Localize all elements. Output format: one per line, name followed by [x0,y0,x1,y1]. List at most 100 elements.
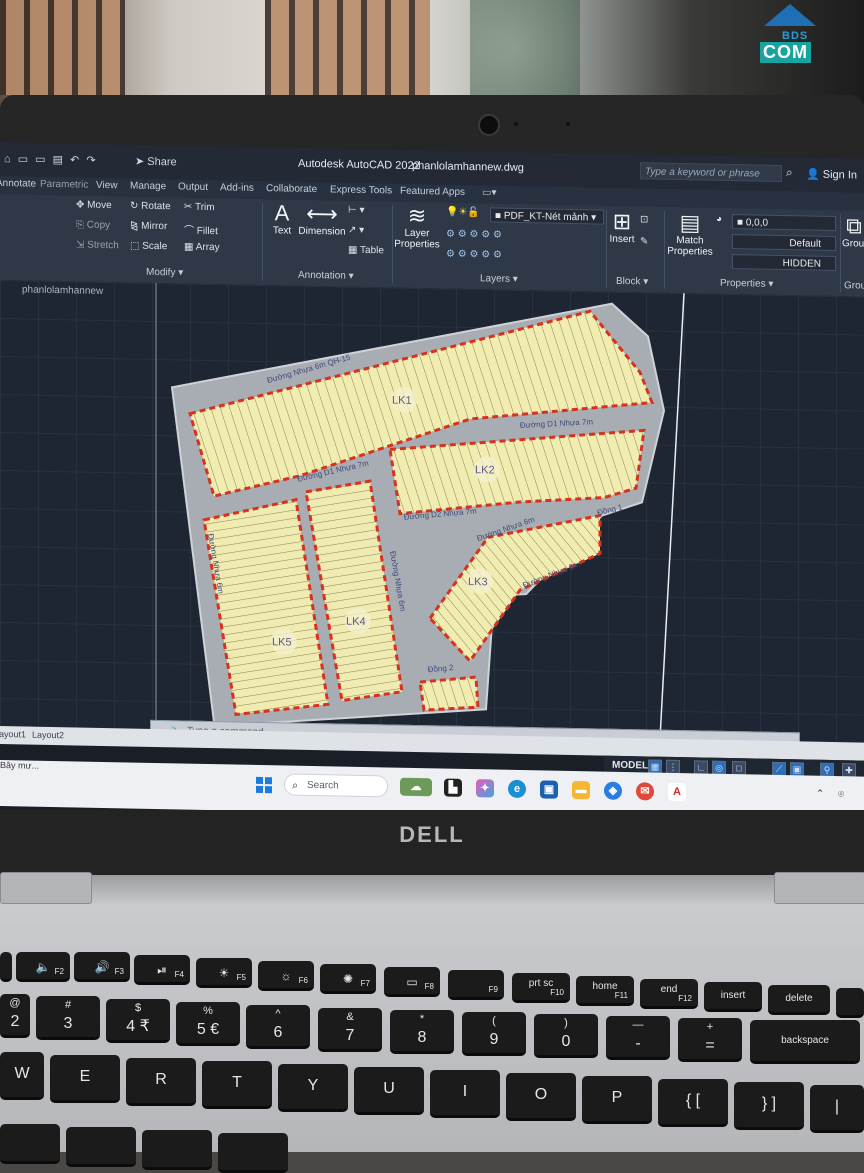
key-equals[interactable]: + = [678,1018,742,1062]
key-delete[interactable]: delete [768,985,830,1015]
store-icon[interactable]: ▣ [540,780,558,799]
file-explorer-icon[interactable]: ▬ [572,780,590,800]
key-d[interactable] [218,1133,288,1173]
key-f5[interactable]: ☀ F5 [196,958,252,988]
key-4[interactable]: $4 ₹ [106,999,170,1043]
layer-tools-row-1[interactable]: ⚙ ⚙ ⚙ ⚙ ⚙ [446,229,502,241]
key-f3[interactable]: 🔊 F3 [74,952,130,982]
dimension-button[interactable]: ⟷ Dimension [298,201,346,238]
windows-start-icon[interactable] [256,776,272,794]
tab-view[interactable]: View [96,180,118,191]
key-f4[interactable]: ⏯ F4 [134,955,190,985]
tab-annotate[interactable]: Annotate [0,178,36,190]
autocad-taskbar-icon[interactable]: A [668,782,686,802]
key-5[interactable]: % 5 € [176,1002,240,1046]
insert-block-button[interactable]: ⊞ Insert [606,209,638,246]
text-button[interactable]: A Text [268,200,296,237]
key-prtsc[interactable]: prt sc F10 [512,973,570,1003]
key-2[interactable]: @2 [0,994,30,1038]
multileader-icon[interactable]: ↗ ▾ [348,225,364,236]
tab-add-ins[interactable]: Add-ins [220,182,254,194]
lineweight-select[interactable]: HIDDEN [732,254,836,272]
leader-icon[interactable]: ⊢ ▾ [348,205,365,216]
tab-layout1[interactable]: Layout1 [0,729,26,740]
key-u[interactable]: U [354,1067,424,1115]
move-button[interactable]: ✥ Move [76,199,112,211]
trim-button[interactable]: ✂ Trim [184,202,215,214]
edge-browser-icon[interactable]: e [508,779,526,799]
ribbon-options-icon[interactable]: ▭▾ [482,187,496,198]
key-power[interactable] [836,988,864,1018]
app-icon[interactable]: ◈ [604,781,622,800]
key-a[interactable] [66,1127,136,1167]
copy-button[interactable]: ⎘ Copy [76,219,110,231]
key-minus[interactable]: — - [606,1016,670,1060]
tab-output[interactable]: Output [178,181,208,193]
key-insert[interactable]: insert [704,982,762,1012]
key-9[interactable]: (9 [462,1012,526,1056]
copilot-icon[interactable]: ✦ [476,779,494,798]
scale-button[interactable]: ⬚ Scale [130,240,167,252]
key-home[interactable]: home F11 [576,976,634,1006]
key-f9[interactable]: F9 [448,970,504,1000]
key-f1[interactable] [0,952,12,982]
key-t[interactable]: T [202,1061,272,1109]
current-layer-select[interactable]: ■ PDF_KT-Nét mảnh ▾ [490,207,604,225]
share-button[interactable]: ➤ Share [135,155,177,169]
table-button[interactable]: ▦ Table [348,245,384,257]
group-button[interactable]: ⧉ Group [842,213,864,249]
modify-panel-label[interactable]: Modify ▾ [146,267,183,279]
key-caps[interactable] [0,1124,60,1164]
key-backspace[interactable]: backspace [750,1020,860,1064]
task-view-icon[interactable]: ▙ [444,778,462,797]
key-y[interactable]: Y [278,1064,348,1112]
tab-parametric[interactable]: Parametric [40,179,88,191]
array-button[interactable]: ▦ Array [184,242,220,254]
search-icon[interactable]: ⌕ [786,165,793,180]
key-end[interactable]: end F12 [640,979,698,1009]
stretch-button[interactable]: ⇲ Stretch [76,239,119,251]
fillet-button[interactable]: ⌒ Fillet [184,222,218,238]
groups-panel-label[interactable]: Grou [844,280,864,291]
quick-access-toolbar[interactable]: ⌂ ▭ ▭ ▤ ↶ ↷ [4,152,98,167]
key-7[interactable]: & 7 [318,1008,382,1052]
block-edit-icon[interactable]: ✎ [640,236,648,247]
annotation-panel-label[interactable]: Annotation ▾ [298,270,354,282]
block-tools-icon[interactable]: ⊡ [640,214,648,225]
model-space-button[interactable]: MODEL [612,760,648,772]
key-f2[interactable]: 🔈 F2 [16,952,70,982]
layers-panel-label[interactable]: Layers ▾ [480,273,518,285]
tab-collaborate[interactable]: Collaborate [266,183,317,195]
color-select[interactable]: ■ 0,0,0 [732,214,836,232]
help-search-input[interactable]: Type a keyword or phrase [640,162,782,183]
key-8[interactable]: * 8 [390,1010,454,1054]
rotate-button[interactable]: ↻ Rotate [130,200,171,212]
layer-state-icons[interactable]: 💡☀🔓 [446,207,480,219]
linetype-select[interactable]: Default [732,234,836,252]
tab-manage[interactable]: Manage [130,180,166,192]
key-3[interactable]: #3 [36,996,100,1040]
sign-in-button[interactable]: 👤 Sign In [806,167,857,181]
tray-chevron-icon[interactable]: ⌃ [816,789,824,800]
drawing-canvas[interactable]: phanlolamhannew LK1 LK2 LK3 LK4 LK5 Đườn… [0,280,864,743]
layer-properties-button[interactable]: ≋ Layer Properties [394,203,440,251]
key-s[interactable] [142,1130,212,1170]
key-f7[interactable]: ✺ F7 [320,964,376,994]
tab-layout2[interactable]: Layout2 [32,730,64,741]
key-p[interactable]: P [582,1076,652,1124]
key-i[interactable]: I [430,1070,500,1118]
key-f8[interactable]: ▭ F8 [384,967,440,997]
key-close-bracket[interactable]: } ] [734,1082,804,1130]
key-0[interactable]: ) 0 [534,1014,598,1058]
key-backslash[interactable]: | [810,1085,864,1133]
key-6[interactable]: ^ 6 [246,1005,310,1049]
key-r[interactable]: R [126,1058,196,1106]
key-e[interactable]: E [50,1055,120,1103]
key-f6[interactable]: ☼ F6 [258,961,314,991]
key-w[interactable]: W [0,1052,44,1100]
match-properties-button[interactable]: ▤ Match Properties [666,210,714,258]
widgets-icon[interactable]: ☁ [400,777,432,797]
key-open-bracket[interactable]: { [ [658,1079,728,1127]
key-o[interactable]: O [506,1073,576,1121]
tray-network-icon[interactable]: ⌾ [838,789,844,800]
